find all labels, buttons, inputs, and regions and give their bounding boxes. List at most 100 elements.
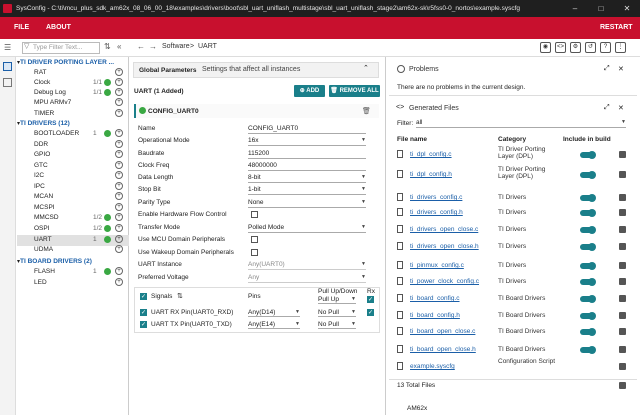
about-menu[interactable]: ABOUT [46, 24, 71, 31]
signal-checkbox[interactable] [140, 309, 147, 316]
help-icon[interactable]: ? [600, 42, 611, 53]
rx-checkbox[interactable] [367, 309, 374, 316]
field-select[interactable]: Polled Mode ▼ [248, 224, 366, 233]
save-file-icon[interactable] [619, 278, 626, 285]
file-link[interactable]: ti_board_config.c [410, 295, 460, 302]
signal-pin-select[interactable]: Any(D14) ▼ [248, 309, 300, 317]
expand-problems-icon[interactable]: ⤢ [604, 65, 610, 73]
hardware-view-icon[interactable] [3, 78, 12, 87]
rx-all-checkbox[interactable] [367, 296, 374, 303]
file-link[interactable]: ti_drivers_config.c [410, 194, 462, 201]
add-instance-icon[interactable]: + [115, 161, 123, 169]
add-instance-icon[interactable]: + [115, 235, 123, 243]
sidebar-item-led[interactable]: LED + [34, 278, 128, 289]
save-file-icon[interactable] [619, 262, 626, 269]
save-file-icon[interactable] [619, 194, 626, 201]
save-file-icon[interactable] [619, 209, 626, 216]
sidebar-item-ospi[interactable]: OSPI 1/2 + [34, 224, 128, 235]
sidebar-group[interactable]: TI BOARD DRIVERS (2) [20, 258, 92, 265]
add-button[interactable]: ⊕ ADD [294, 85, 325, 97]
chevron-down-icon[interactable]: ▾ [17, 258, 20, 265]
filter-input[interactable]: Type Filter Text... [22, 42, 100, 54]
save-file-icon[interactable] [619, 295, 626, 302]
field-select[interactable]: Any(UART0) ▼ [248, 261, 366, 270]
sidebar-group[interactable]: TI DRIVER PORTING LAYER ... [20, 59, 114, 66]
sidebar-item-mcan[interactable]: MCAN + [34, 192, 128, 203]
close-icon[interactable]: ✕ [614, 4, 640, 13]
maximize-icon[interactable]: □ [588, 4, 614, 13]
minimize-icon[interactable]: – [562, 4, 588, 13]
list-view-icon[interactable]: ☰ [4, 43, 11, 52]
settings-icon[interactable]: ⚙ [570, 42, 581, 53]
file-link[interactable]: ti_drivers_config.h [410, 209, 463, 216]
add-instance-icon[interactable]: + [115, 224, 123, 232]
include-build-toggle[interactable] [580, 262, 596, 270]
field-checkbox[interactable] [251, 236, 258, 243]
sidebar-item-udma[interactable]: UDMA + [34, 245, 128, 256]
add-instance-icon[interactable]: + [115, 182, 123, 190]
save-file-icon[interactable] [619, 243, 626, 250]
save-file-icon[interactable] [619, 226, 626, 233]
expand-generated-icon[interactable]: ⤢ [604, 104, 610, 112]
signals-checkbox[interactable] [140, 293, 147, 300]
add-instance-icon[interactable]: + [115, 88, 123, 96]
field-select[interactable]: Any ▼ [248, 274, 366, 283]
sidebar-item-bootloader[interactable]: BOOTLOADER 1 + [34, 129, 128, 140]
file-link[interactable]: ti_power_clock_config.c [410, 278, 479, 285]
sort-icon[interactable]: ⇅ [104, 42, 111, 51]
file-menu[interactable]: FILE [14, 24, 29, 31]
save-file-icon[interactable] [619, 363, 626, 370]
include-build-toggle[interactable] [580, 243, 596, 251]
include-build-toggle[interactable] [580, 226, 596, 234]
add-instance-icon[interactable]: + [115, 68, 123, 76]
add-instance-icon[interactable]: + [115, 267, 123, 275]
file-link[interactable]: ti_pinmux_config.c [410, 262, 464, 269]
add-instance-icon[interactable]: + [115, 78, 123, 86]
add-instance-icon[interactable]: + [115, 213, 123, 221]
field-input[interactable]: 115200 [248, 150, 366, 159]
field-select[interactable]: 1-bit ▼ [248, 186, 366, 195]
add-instance-icon[interactable]: + [115, 109, 123, 117]
add-instance-icon[interactable]: + [115, 171, 123, 179]
file-link[interactable]: ti_drivers_open_close.h [410, 243, 479, 250]
breadcrumb-software[interactable]: Software [162, 43, 190, 50]
save-file-icon[interactable] [619, 151, 626, 158]
file-link[interactable]: example.syscfg [410, 363, 455, 370]
include-build-toggle[interactable] [580, 278, 596, 286]
software-view-icon[interactable] [3, 62, 12, 71]
add-instance-icon[interactable]: + [115, 98, 123, 106]
field-checkbox[interactable] [251, 211, 258, 218]
file-link[interactable]: ti_board_open_close.c [410, 328, 475, 335]
sidebar-item-gpio[interactable]: GPIO + [34, 150, 128, 161]
file-link[interactable]: ti_board_open_close.h [410, 346, 476, 353]
file-link[interactable]: ti_dpl_config.h [410, 171, 452, 178]
field-input[interactable]: CONFIG_UART0 [248, 125, 366, 134]
include-build-toggle[interactable] [580, 328, 596, 336]
include-build-toggle[interactable] [580, 171, 596, 179]
add-instance-icon[interactable]: + [115, 203, 123, 211]
sidebar-item-mpu-armv7[interactable]: MPU ARMv7 + [34, 98, 128, 109]
restart-button[interactable]: RESTART [600, 24, 633, 31]
add-instance-icon[interactable]: + [115, 192, 123, 200]
sort-signals-icon[interactable]: ⇅ [177, 292, 183, 300]
sidebar-item-mmcsd[interactable]: MMCSD 1/2 + [34, 213, 128, 224]
save-file-icon[interactable] [619, 328, 626, 335]
save-all-icon[interactable] [619, 382, 626, 389]
field-checkbox[interactable] [251, 249, 258, 256]
file-link[interactable]: ti_drivers_open_close.c [410, 226, 478, 233]
include-build-toggle[interactable] [580, 346, 596, 354]
file-link[interactable]: ti_board_config.h [410, 312, 460, 319]
sidebar-group[interactable]: TI DRIVERS (12) [20, 120, 70, 127]
include-build-toggle[interactable] [580, 194, 596, 202]
add-instance-icon[interactable]: + [115, 245, 123, 253]
field-select[interactable]: 16x ▼ [248, 137, 366, 146]
file-link[interactable]: ti_dpl_config.c [410, 151, 452, 158]
field-input[interactable]: 48000000 [248, 162, 366, 171]
history-icon[interactable]: ↺ [585, 42, 596, 53]
close-generated-icon[interactable]: ✕ [618, 104, 624, 112]
device-view-icon[interactable]: ◉ [540, 42, 551, 53]
sidebar-item-flash[interactable]: FLASH 1 + [34, 267, 128, 278]
sidebar-item-timer[interactable]: TIMER + [34, 109, 128, 120]
collapse-panel-icon[interactable]: « [117, 42, 121, 51]
add-instance-icon[interactable]: + [115, 278, 123, 286]
